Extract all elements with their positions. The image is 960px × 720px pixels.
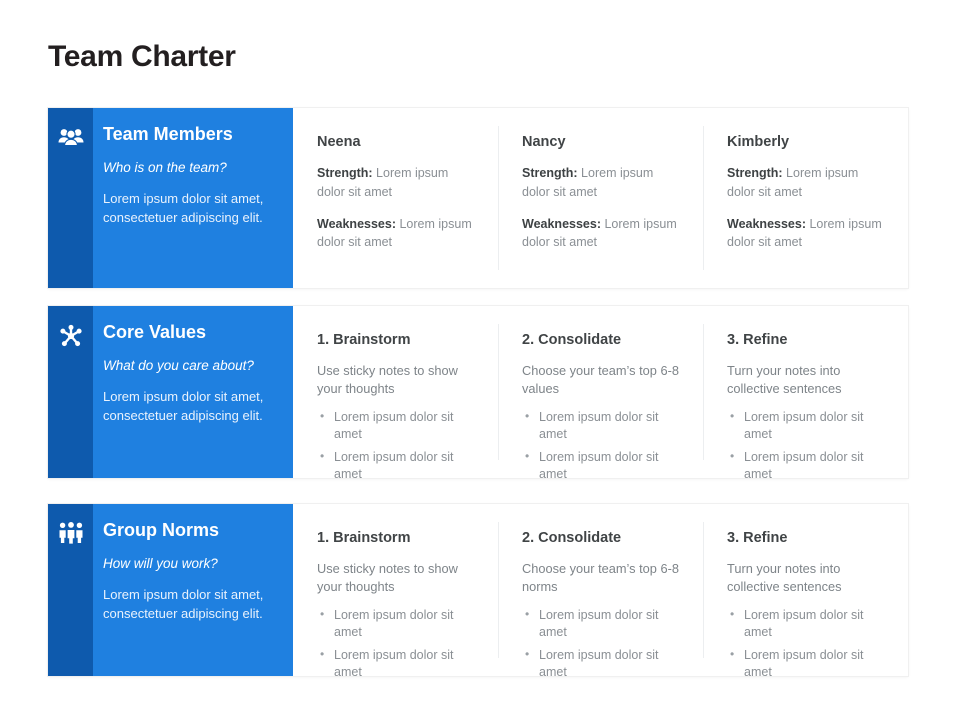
- step-bullet-list: Lorem ipsum dolor sit amet Lorem ipsum d…: [317, 408, 478, 484]
- step-subtitle: Choose your team’s top 6-8 norms: [522, 561, 679, 595]
- section-card-team-members: Team Members Who is on the team? Lorem i…: [48, 108, 908, 288]
- member-name: Nancy: [522, 134, 566, 150]
- section-content: 1. Brainstorm Use sticky notes to show y…: [293, 306, 908, 481]
- weaknesses-label: Weaknesses:: [522, 216, 601, 231]
- step-subtitle: Use sticky notes to show your thoughts: [317, 561, 458, 595]
- strength-label: Strength:: [317, 166, 373, 181]
- panel-icon-strip: [48, 504, 93, 676]
- member-name: Kimberly: [727, 134, 790, 150]
- panel-title: Core Values: [103, 322, 207, 342]
- panel-question: What do you care about?: [103, 357, 254, 373]
- panel-description: Lorem ipsum dolor sit amet, consectetuer…: [103, 389, 264, 423]
- list-item: Lorem ipsum dolor sit amet: [525, 448, 683, 484]
- list-item: Lorem ipsum dolor sit amet: [320, 646, 478, 682]
- step-subtitle: Turn your notes into collective sentence…: [727, 363, 842, 397]
- step-title: 3. Refine: [727, 530, 788, 546]
- step-title: 2. Consolidate: [522, 530, 622, 546]
- step-column: 1. Brainstorm Use sticky notes to show y…: [293, 504, 498, 679]
- member-name: Neena: [317, 134, 361, 150]
- section-content: Neena Strength: Lorem ipsum dolor sit am…: [293, 108, 908, 288]
- member-strength: Strength: Lorem ipsum dolor sit amet: [727, 164, 888, 201]
- step-column: 1. Brainstorm Use sticky notes to show y…: [293, 306, 498, 481]
- list-item: Lorem ipsum dolor sit amet: [730, 408, 888, 444]
- step-bullet-list: Lorem ipsum dolor sit amet Lorem ipsum d…: [522, 408, 683, 484]
- section-content: 1. Brainstorm Use sticky notes to show y…: [293, 504, 908, 679]
- member-weaknesses: Weaknesses: Lorem ipsum dolor sit amet: [317, 215, 478, 252]
- panel-title: Team Members: [103, 124, 233, 144]
- member-weaknesses: Weaknesses: Lorem ipsum dolor sit amet: [727, 215, 888, 252]
- step-title: 2. Consolidate: [522, 332, 622, 348]
- step-subtitle: Choose your team’s top 6-8 values: [522, 363, 679, 397]
- step-title: 3. Refine: [727, 332, 788, 348]
- page-title: Team Charter: [48, 40, 236, 73]
- list-item: Lorem ipsum dolor sit amet: [320, 448, 478, 484]
- panel-icon-strip: [48, 108, 93, 288]
- panel-text-block: Team Members Who is on the team? Lorem i…: [93, 108, 293, 288]
- step-title: 1. Brainstorm: [317, 530, 411, 546]
- step-column: 2. Consolidate Choose your team’s top 6-…: [498, 504, 703, 679]
- member-column: Neena Strength: Lorem ipsum dolor sit am…: [293, 108, 498, 288]
- list-item: Lorem ipsum dolor sit amet: [730, 646, 888, 682]
- panel-title: Group Norms: [103, 520, 220, 540]
- step-column: 3. Refine Turn your notes into collectiv…: [703, 504, 908, 679]
- panel-text-block: Core Values What do you care about? Lore…: [93, 306, 293, 478]
- step-title: 1. Brainstorm: [317, 332, 411, 348]
- step-bullet-list: Lorem ipsum dolor sit amet Lorem ipsum d…: [317, 606, 478, 682]
- step-bullet-list: Lorem ipsum dolor sit amet Lorem ipsum d…: [727, 606, 888, 682]
- panel-icon-strip: [48, 306, 93, 478]
- section-card-core-values: Core Values What do you care about? Lore…: [48, 306, 908, 481]
- section-card-group-norms: Group Norms How will you work? Lorem ips…: [48, 504, 908, 679]
- member-strength: Strength: Lorem ipsum dolor sit amet: [522, 164, 683, 201]
- panel-description: Lorem ipsum dolor sit amet, consectetuer…: [103, 587, 264, 621]
- step-bullet-list: Lorem ipsum dolor sit amet Lorem ipsum d…: [727, 408, 888, 484]
- panel-question: Who is on the team?: [103, 159, 227, 175]
- member-column: Nancy Strength: Lorem ipsum dolor sit am…: [498, 108, 703, 288]
- panel-question: How will you work?: [103, 555, 218, 571]
- list-item: Lorem ipsum dolor sit amet: [525, 408, 683, 444]
- step-subtitle: Use sticky notes to show your thoughts: [317, 363, 458, 397]
- strength-label: Strength:: [522, 166, 578, 181]
- hub-node-icon: [59, 324, 83, 348]
- section-panel: Team Members Who is on the team? Lorem i…: [48, 108, 293, 288]
- member-strength: Strength: Lorem ipsum dolor sit amet: [317, 164, 478, 201]
- member-column: Kimberly Strength: Lorem ipsum dolor sit…: [703, 108, 908, 288]
- list-item: Lorem ipsum dolor sit amet: [320, 408, 478, 444]
- member-weaknesses: Weaknesses: Lorem ipsum dolor sit amet: [522, 215, 683, 252]
- weaknesses-label: Weaknesses:: [727, 216, 806, 231]
- step-column: 2. Consolidate Choose your team’s top 6-…: [498, 306, 703, 481]
- list-item: Lorem ipsum dolor sit amet: [525, 646, 683, 682]
- panel-text-block: Group Norms How will you work? Lorem ips…: [93, 504, 293, 676]
- section-panel: Group Norms How will you work? Lorem ips…: [48, 504, 293, 676]
- list-item: Lorem ipsum dolor sit amet: [730, 448, 888, 484]
- step-subtitle: Turn your notes into collective sentence…: [727, 561, 842, 595]
- section-panel: Core Values What do you care about? Lore…: [48, 306, 293, 478]
- list-item: Lorem ipsum dolor sit amet: [730, 606, 888, 642]
- step-bullet-list: Lorem ipsum dolor sit amet Lorem ipsum d…: [522, 606, 683, 682]
- step-column: 3. Refine Turn your notes into collectiv…: [703, 306, 908, 481]
- panel-description: Lorem ipsum dolor sit amet, consectetuer…: [103, 191, 264, 225]
- three-persons-icon: [58, 522, 84, 544]
- strength-label: Strength:: [727, 166, 783, 181]
- list-item: Lorem ipsum dolor sit amet: [320, 606, 478, 642]
- weaknesses-label: Weaknesses:: [317, 216, 396, 231]
- list-item: Lorem ipsum dolor sit amet: [525, 606, 683, 642]
- team-people-icon: [58, 126, 84, 146]
